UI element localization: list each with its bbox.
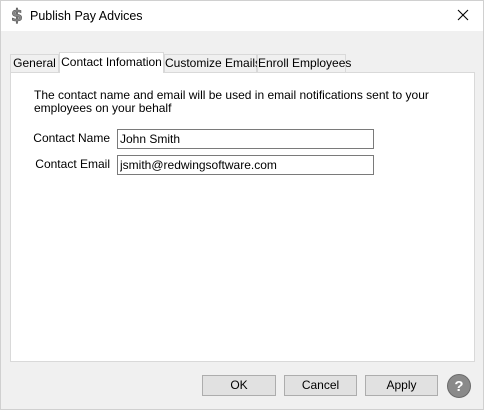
contact-name-field[interactable] bbox=[117, 129, 374, 149]
tab-enroll-employees[interactable]: Enroll Employees bbox=[257, 54, 351, 72]
tab-customize-emails[interactable]: Customize Emails bbox=[164, 54, 261, 72]
help-button[interactable]: ? bbox=[447, 374, 471, 398]
title-bar: $ Publish Pay Advices bbox=[1, 1, 483, 31]
contact-description: The contact name and email will be used … bbox=[34, 88, 429, 115]
tab-general[interactable]: General bbox=[10, 54, 59, 72]
help-icon: ? bbox=[454, 377, 464, 395]
ok-button[interactable]: OK bbox=[202, 375, 276, 396]
contact-email-field[interactable] bbox=[117, 155, 374, 175]
tab-panel: The contact name and email will be used … bbox=[10, 72, 475, 362]
close-button[interactable] bbox=[443, 1, 483, 31]
dialog-window: $ Publish Pay Advices General Contact In… bbox=[0, 0, 484, 410]
tab-contact-information[interactable]: Contact Infomation bbox=[59, 52, 164, 73]
close-icon bbox=[457, 9, 469, 24]
cancel-button[interactable]: Cancel bbox=[284, 375, 357, 396]
dollar-icon: $ bbox=[10, 5, 24, 27]
apply-button[interactable]: Apply bbox=[365, 375, 438, 396]
window-title: Publish Pay Advices bbox=[30, 9, 143, 23]
svg-text:$: $ bbox=[11, 6, 23, 25]
contact-name-label: Contact Name bbox=[33, 131, 110, 145]
contact-email-label: Contact Email bbox=[35, 157, 110, 171]
